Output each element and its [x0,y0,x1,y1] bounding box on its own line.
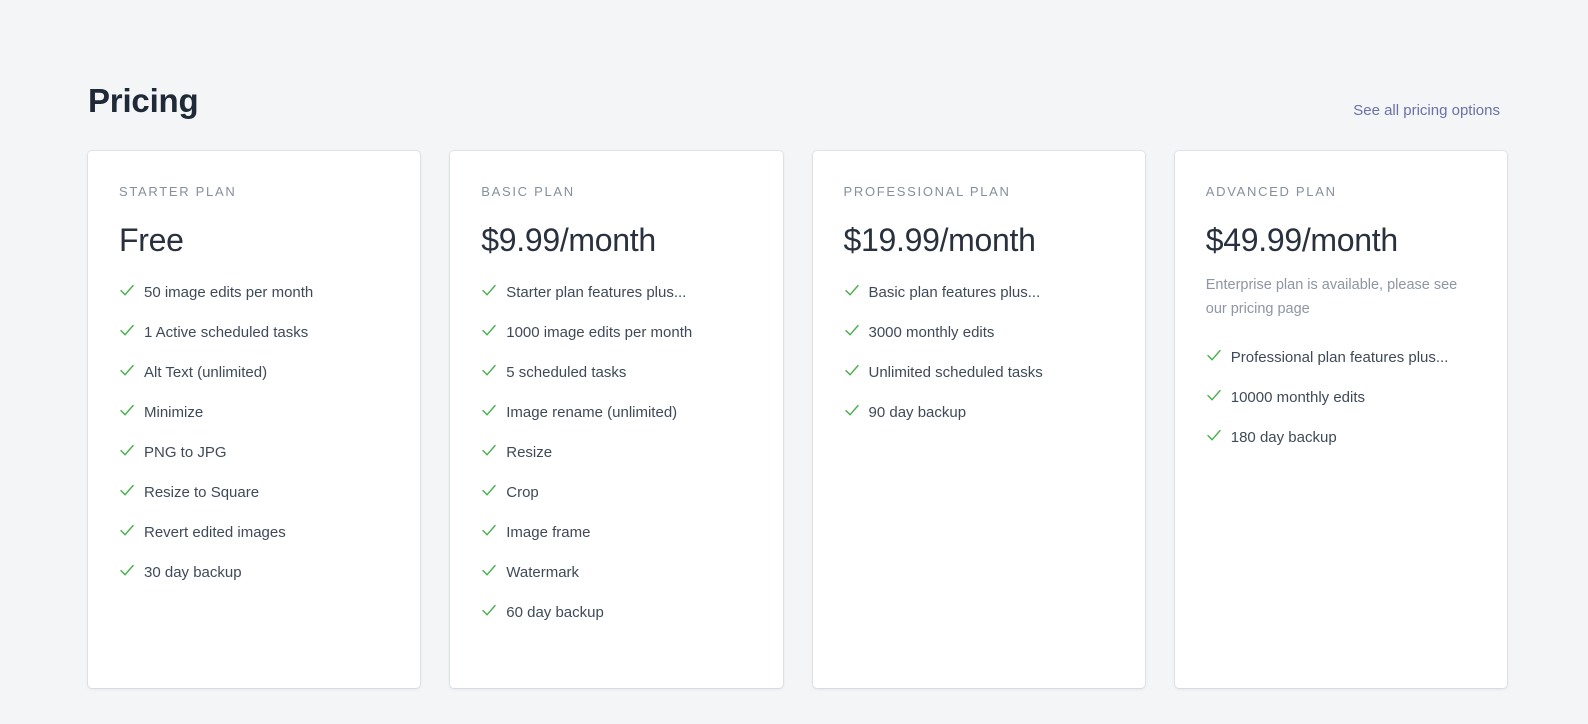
plan-feature-label: 3000 monthly edits [868,324,995,341]
plan-feature-item: Revert edited images [119,522,389,544]
plan-feature-list: Basic plan features plus... 3000 monthly … [844,282,1114,424]
check-icon [1206,387,1222,404]
plan-feature-item: Resize to Square [119,482,389,504]
plan-feature-item: 5 scheduled tasks [481,362,751,384]
plan-feature-item: Unlimited scheduled tasks [844,362,1114,384]
plan-label: STARTER PLAN [119,184,237,199]
plan-feature-label: 1000 image edits per month [506,324,693,341]
plan-feature-label: Alt Text (unlimited) [144,364,268,381]
plan-feature-label: Resize [506,444,553,461]
check-icon [844,322,860,339]
see-all-pricing-options-link[interactable]: See all pricing options [1353,100,1500,122]
plan-feature-label: Professional plan features plus... [1230,349,1449,366]
plan-feature-label: 90 day backup [868,404,967,421]
page-title: Pricing [88,82,199,119]
plan-feature-label: Crop [506,484,539,501]
pricing-card[interactable]: PROFESSIONAL PLAN $19.99/month Basic plan … [812,151,1145,688]
pricing-card[interactable]: STARTER PLAN Free 50 image edits per month… [88,151,421,688]
plan-feature-label: Revert edited images [144,524,286,541]
plan-feature-item: Minimize [119,402,389,424]
check-icon [481,602,497,619]
check-icon [481,482,497,499]
plan-feature-label: 50 image edits per month [144,284,314,301]
pricing-card[interactable]: ADVANCED PLAN $49.99/month Enterprise plan… [1174,151,1507,688]
plan-feature-label: 5 scheduled tasks [506,364,627,381]
pricing-card[interactable]: BASIC PLAN $9.99/month Starter plan featur… [450,151,783,688]
plan-feature-label: Minimize [144,404,204,421]
check-icon [481,322,497,339]
plan-feature-list: Professional plan features plus... 10000 … [1206,347,1476,449]
plan-feature-item: 50 image edits per month [119,282,389,304]
check-icon [119,362,135,379]
plan-feature-label: 60 day backup [506,604,604,621]
plan-feature-item: 60 day backup [481,602,751,624]
plan-feature-item: 3000 monthly edits [844,322,1114,344]
check-icon [119,402,135,419]
check-icon [119,522,135,539]
plan-label: PROFESSIONAL PLAN [843,184,1011,199]
plan-feature-label: 1 Active scheduled tasks [144,324,309,341]
plan-price: $49.99/month [1205,222,1398,258]
plan-feature-item: PNG to JPG [119,442,389,464]
plan-feature-label: Unlimited scheduled tasks [868,364,1043,381]
plan-feature-item: 1 Active scheduled tasks [119,322,389,344]
check-icon [844,402,860,419]
plan-feature-item: Image frame [481,522,751,544]
check-icon [481,362,497,379]
plan-feature-label: 180 day backup [1230,429,1337,446]
page-header: Pricing See all pricing options [88,0,1500,150]
check-icon [119,482,135,499]
check-icon [119,322,135,339]
plan-feature-item: Image rename (unlimited) [481,402,751,424]
plan-note: Enterprise plan is available, please see… [1205,277,1458,317]
check-icon [119,562,135,579]
plan-feature-item: Resize [481,442,751,464]
plan-feature-label: Image frame [506,524,591,541]
plan-feature-item: Alt Text (unlimited) [119,362,389,384]
plan-label: ADVANCED PLAN [1205,184,1337,199]
plan-price: $19.99/month [843,222,1036,258]
pricing-cards-container: STARTER PLAN Free 50 image edits per month… [88,151,1507,688]
plan-feature-label: PNG to JPG [144,444,227,461]
plan-feature-item: Starter plan features plus... [481,282,751,304]
check-icon [481,402,497,419]
check-icon [1206,427,1222,444]
plan-feature-label: 30 day backup [144,564,242,581]
plan-feature-label: 10000 monthly edits [1230,389,1366,406]
plan-feature-item: Basic plan features plus... [844,282,1114,304]
plan-price: Free [119,222,184,258]
plan-feature-item: Watermark [481,562,751,584]
check-icon [844,282,860,299]
plan-feature-label: Resize to Square [144,484,260,501]
plan-feature-item: 180 day backup [1206,427,1476,449]
plan-feature-label: Image rename (unlimited) [506,404,678,421]
check-icon [481,522,497,539]
plan-feature-list: Starter plan features plus... 1000 image … [481,282,751,624]
check-icon [481,282,497,299]
plan-feature-item: 90 day backup [844,402,1114,424]
pricing-page: Pricing See all pricing options STARTER … [0,0,1588,724]
plan-feature-label: Starter plan features plus... [506,284,687,301]
check-icon [844,362,860,379]
plan-feature-item: Professional plan features plus... [1206,347,1476,369]
plan-feature-list: 50 image edits per month 1 Active schedul… [119,282,389,584]
plan-feature-item: 1000 image edits per month [481,322,751,344]
plan-feature-label: Watermark [506,564,580,581]
check-icon [119,282,135,299]
check-icon [481,562,497,579]
check-icon [481,442,497,459]
plan-label: BASIC PLAN [481,184,575,199]
plan-feature-item: 10000 monthly edits [1206,387,1476,409]
plan-feature-label: Basic plan features plus... [868,284,1041,301]
check-icon [1206,347,1222,364]
plan-feature-item: 30 day backup [119,562,389,584]
plan-feature-item: Crop [481,482,751,504]
plan-price: $9.99/month [481,222,656,258]
check-icon [119,442,135,459]
